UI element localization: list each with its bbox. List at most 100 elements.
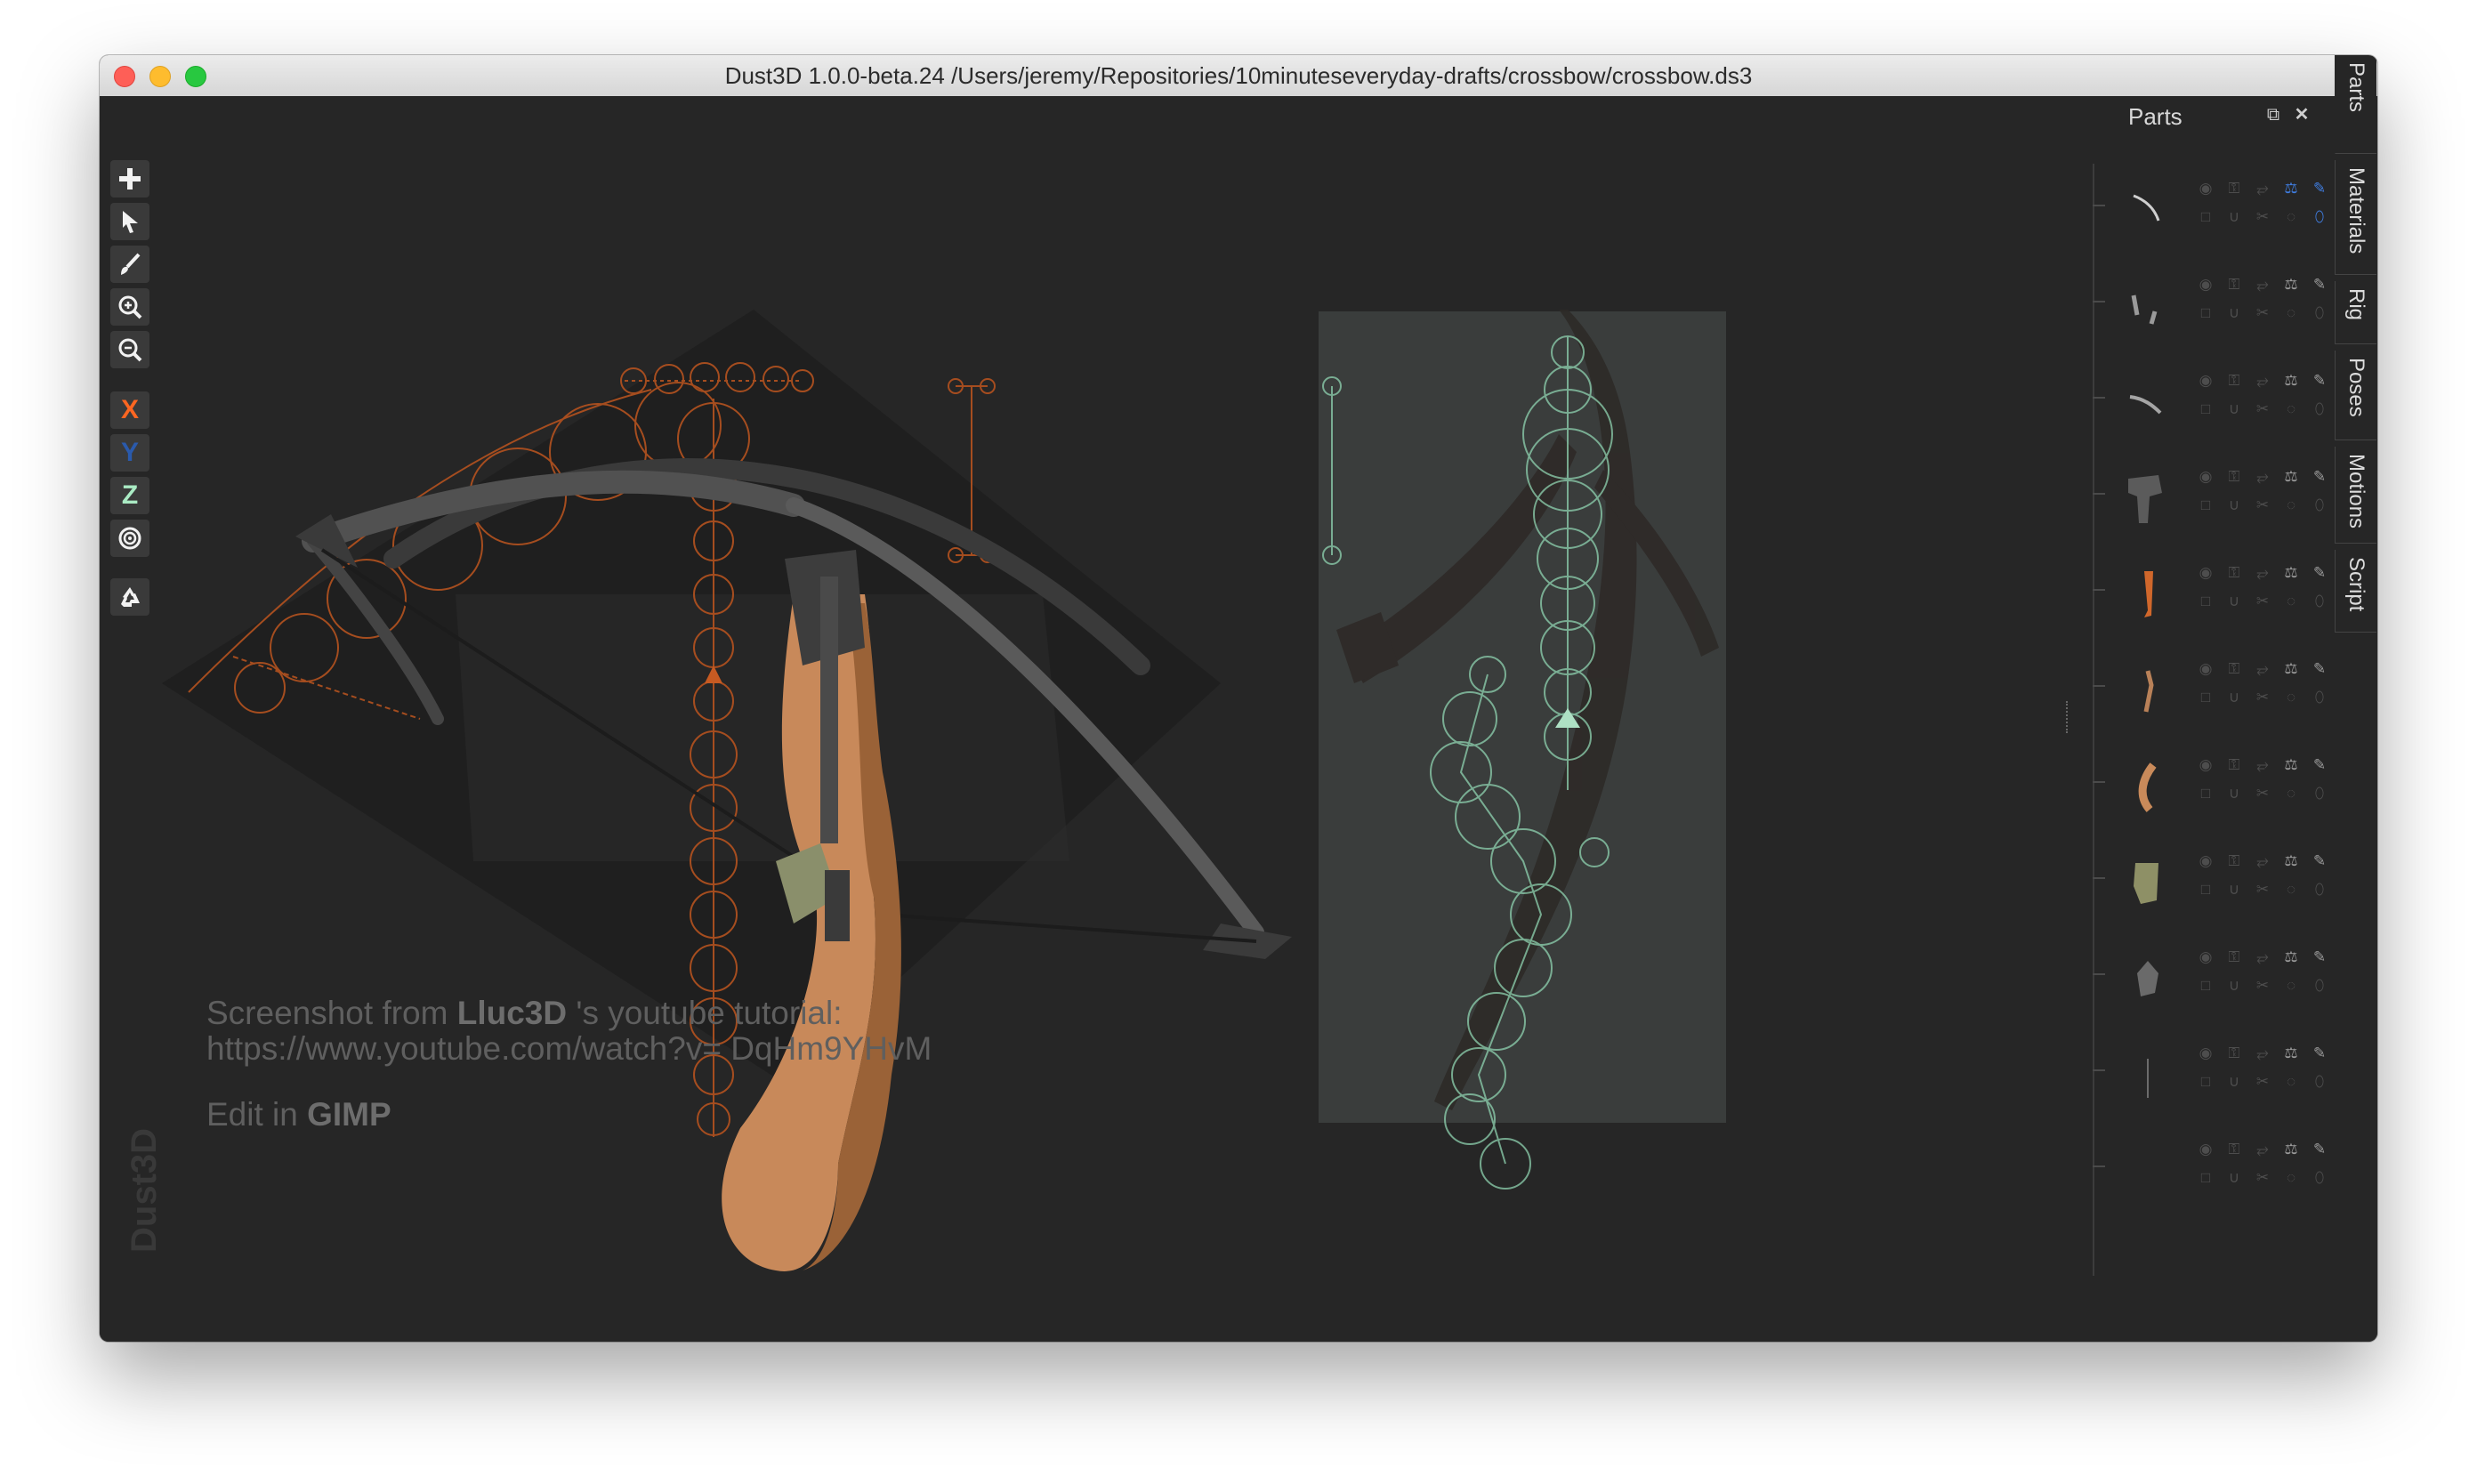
part-thumbnail[interactable] — [2118, 842, 2180, 922]
checkbox-icon[interactable]: □ — [2194, 977, 2217, 995]
link-icon[interactable]: ⥂ — [2251, 756, 2274, 774]
scissors-icon[interactable]: ✂ — [2251, 496, 2274, 514]
tab-poses[interactable]: Poses — [2335, 351, 2376, 440]
tab-motions[interactable]: Motions — [2335, 447, 2376, 544]
scissors-icon[interactable]: ✂ — [2251, 1169, 2274, 1187]
balance-icon[interactable]: ⚖ — [2279, 1044, 2303, 1062]
part-thumbnail[interactable] — [2118, 265, 2180, 345]
select-button[interactable] — [110, 203, 149, 240]
pencil-icon[interactable]: ✎ — [2308, 372, 2331, 390]
tag-icon[interactable]: ⬯ — [2308, 496, 2331, 514]
part-thumbnail[interactable] — [2118, 553, 2180, 633]
eye-icon[interactable]: ◉ — [2194, 660, 2217, 678]
link-icon[interactable]: ⥂ — [2251, 564, 2274, 582]
link-icon[interactable]: ⥂ — [2251, 372, 2274, 390]
balance-icon[interactable]: ⚖ — [2279, 948, 2303, 966]
eye-icon[interactable]: ◉ — [2194, 372, 2217, 390]
link-icon[interactable]: ⥂ — [2251, 948, 2274, 966]
pencil-icon[interactable]: ✎ — [2308, 852, 2331, 870]
tag-icon[interactable]: ⬯ — [2308, 881, 2331, 899]
part-row[interactable]: ◉ ⚿ ⥂ ⚖ ✎ □ ∪ ✂ ◌ ⬯ — [2093, 548, 2326, 644]
radius-icon[interactable]: ◌ — [2279, 881, 2303, 899]
panel-splitter[interactable] — [2066, 701, 2071, 733]
radius-icon[interactable]: ◌ — [2279, 689, 2303, 706]
part-row[interactable]: ◉ ⚿ ⥂ ⚖ ✎ □ ∪ ✂ ◌ ⬯ — [2093, 644, 2326, 740]
eye-icon[interactable]: ◉ — [2194, 1044, 2217, 1062]
checkbox-icon[interactable]: □ — [2194, 1073, 2217, 1091]
eye-icon[interactable]: ◉ — [2194, 756, 2217, 774]
magnet-icon[interactable]: ∪ — [2223, 304, 2246, 322]
link-icon[interactable]: ⥂ — [2251, 468, 2274, 486]
balance-icon[interactable]: ⚖ — [2279, 660, 2303, 678]
scissors-icon[interactable]: ✂ — [2251, 785, 2274, 802]
part-row[interactable]: ◉ ⚿ ⥂ ⚖ ✎ □ ∪ ✂ ◌ ⬯ — [2093, 836, 2326, 932]
part-row[interactable]: ◉ ⚿ ⥂ ⚖ ✎ □ ∪ ✂ ◌ ⬯ — [2093, 932, 2326, 1028]
radius-icon[interactable]: ◌ — [2279, 208, 2303, 226]
part-row[interactable]: ◉ ⚿ ⥂ ⚖ ✎ □ ∪ ✂ ◌ ⬯ — [2093, 164, 2326, 260]
part-thumbnail[interactable] — [2118, 457, 2180, 537]
link-icon[interactable]: ⥂ — [2251, 1044, 2274, 1062]
part-thumbnail[interactable] — [2118, 1034, 2180, 1114]
pencil-icon[interactable]: ✎ — [2308, 468, 2331, 486]
balance-icon[interactable]: ⚖ — [2279, 180, 2303, 198]
tag-icon[interactable]: ⬯ — [2308, 593, 2331, 610]
lock-icon[interactable]: ⚿ — [2223, 468, 2246, 486]
part-thumbnail[interactable] — [2118, 361, 2180, 441]
lock-icon[interactable]: ⚿ — [2223, 756, 2246, 774]
magnet-icon[interactable]: ∪ — [2223, 977, 2246, 995]
pencil-icon[interactable]: ✎ — [2308, 564, 2331, 582]
radius-icon[interactable]: ◌ — [2279, 400, 2303, 418]
zoom-out-button[interactable] — [110, 331, 149, 368]
lock-icon[interactable]: ⚿ — [2223, 852, 2246, 870]
zoom-in-button[interactable] — [110, 288, 149, 326]
eye-icon[interactable]: ◉ — [2194, 180, 2217, 198]
pencil-icon[interactable]: ✎ — [2308, 660, 2331, 678]
part-thumbnail[interactable] — [2118, 1130, 2180, 1210]
eye-icon[interactable]: ◉ — [2194, 564, 2217, 582]
eye-icon[interactable]: ◉ — [2194, 948, 2217, 966]
lock-icon[interactable]: ⚿ — [2223, 948, 2246, 966]
scissors-icon[interactable]: ✂ — [2251, 1073, 2274, 1091]
balance-icon[interactable]: ⚖ — [2279, 564, 2303, 582]
scene-canvas[interactable] — [100, 96, 2039, 1342]
radius-icon[interactable]: ◌ — [2279, 304, 2303, 322]
magnet-icon[interactable]: ∪ — [2223, 400, 2246, 418]
eye-icon[interactable]: ◉ — [2194, 1141, 2217, 1158]
balance-icon[interactable]: ⚖ — [2279, 1141, 2303, 1158]
radius-icon[interactable]: ◌ — [2279, 785, 2303, 802]
checkbox-icon[interactable]: □ — [2194, 304, 2217, 322]
lock-icon[interactable]: ⚿ — [2223, 1044, 2246, 1062]
balance-icon[interactable]: ⚖ — [2279, 276, 2303, 294]
scissors-icon[interactable]: ✂ — [2251, 977, 2274, 995]
balance-icon[interactable]: ⚖ — [2279, 372, 2303, 390]
checkbox-icon[interactable]: □ — [2194, 881, 2217, 899]
z-axis-lock-button[interactable]: Z — [110, 477, 149, 514]
part-thumbnail[interactable] — [2118, 649, 2180, 730]
x-axis-lock-button[interactable]: X — [110, 391, 149, 429]
checkbox-icon[interactable]: □ — [2194, 593, 2217, 610]
magnet-icon[interactable]: ∪ — [2223, 1169, 2246, 1187]
tag-icon[interactable]: ⬯ — [2308, 1169, 2331, 1187]
link-icon[interactable]: ⥂ — [2251, 852, 2274, 870]
y-axis-lock-button[interactable]: Y — [110, 434, 149, 472]
magnet-icon[interactable]: ∪ — [2223, 785, 2246, 802]
magnet-icon[interactable]: ∪ — [2223, 881, 2246, 899]
magnet-icon[interactable]: ∪ — [2223, 689, 2246, 706]
scissors-icon[interactable]: ✂ — [2251, 689, 2274, 706]
checkbox-icon[interactable]: □ — [2194, 689, 2217, 706]
tab-parts[interactable]: Parts — [2335, 55, 2376, 154]
eye-icon[interactable]: ◉ — [2194, 852, 2217, 870]
magnet-icon[interactable]: ∪ — [2223, 496, 2246, 514]
model-viewport[interactable]: Screenshot from Lluc3D 's youtube tutori… — [100, 96, 2039, 1342]
checkbox-icon[interactable]: □ — [2194, 400, 2217, 418]
part-row[interactable]: ◉ ⚿ ⥂ ⚖ ✎ □ ∪ ✂ ◌ ⬯ — [2093, 356, 2326, 452]
link-icon[interactable]: ⥂ — [2251, 276, 2274, 294]
scissors-icon[interactable]: ✂ — [2251, 881, 2274, 899]
close-icon[interactable]: ✕ — [2292, 105, 2312, 125]
part-row[interactable]: ◉ ⚿ ⥂ ⚖ ✎ □ ∪ ✂ ◌ ⬯ — [2093, 1125, 2326, 1221]
magnet-icon[interactable]: ∪ — [2223, 593, 2246, 610]
checkbox-icon[interactable]: □ — [2194, 208, 2217, 226]
tag-icon[interactable]: ⬯ — [2308, 1073, 2331, 1091]
checkbox-icon[interactable]: □ — [2194, 496, 2217, 514]
part-row[interactable]: ◉ ⚿ ⥂ ⚖ ✎ □ ∪ ✂ ◌ ⬯ — [2093, 260, 2326, 356]
